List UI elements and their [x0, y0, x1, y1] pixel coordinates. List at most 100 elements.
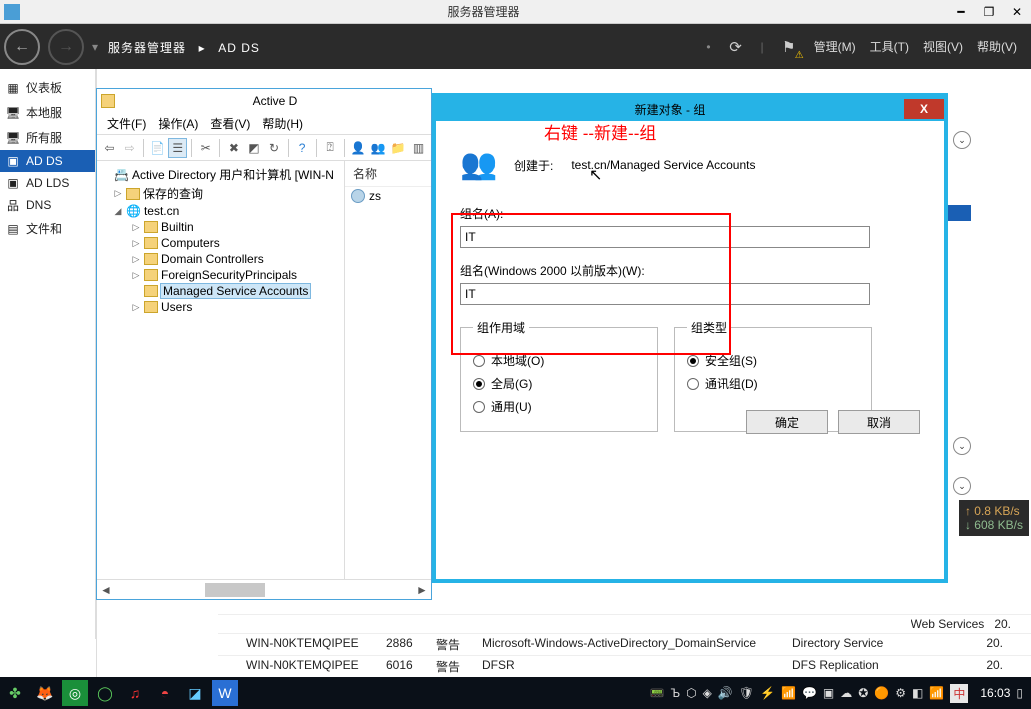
table-row[interactable]: Web Services20. — [218, 614, 1031, 633]
col-name[interactable]: 名称 — [345, 161, 431, 187]
tasks-dropdown-icon[interactable]: ⌄ — [953, 477, 971, 495]
tree-domain-controllers[interactable]: ▷Domain Controllers — [101, 251, 340, 267]
help-menu[interactable]: 帮助(V) — [977, 38, 1017, 55]
new-user-icon[interactable]: 👤 — [350, 139, 367, 157]
delete-icon[interactable]: ✖ — [225, 139, 242, 157]
groupname-input[interactable] — [460, 226, 870, 248]
scroll-left-icon[interactable]: ◄ — [97, 581, 115, 599]
minimize-button[interactable]: ━ — [947, 1, 975, 23]
tray-icon[interactable]: 💬 — [802, 686, 817, 700]
close-button[interactable]: ✕ — [1003, 1, 1031, 23]
tray-icon[interactable]: ◈ — [703, 686, 712, 700]
tree-fsp[interactable]: ▷ForeignSecurityPrincipals — [101, 267, 340, 283]
tray-icon[interactable]: 🔊 — [718, 686, 733, 700]
show-desktop[interactable]: ▯ — [1016, 686, 1023, 700]
nav-local-server[interactable]: 🖥本地服 — [0, 100, 95, 125]
notifications-flag-icon[interactable]: ⚑ — [778, 36, 800, 58]
tray-icon[interactable]: ✪ — [858, 686, 868, 700]
scroll-thumb[interactable] — [205, 583, 265, 597]
new-group-icon[interactable]: 👥 — [370, 139, 387, 157]
tray-icon[interactable]: ⚙ — [895, 686, 906, 700]
back-button[interactable]: ← — [4, 29, 40, 65]
tools-menu[interactable]: 工具(T) — [870, 38, 909, 55]
tree-domain[interactable]: ◢🌐test.cn — [101, 203, 340, 219]
tasks-dropdown-icon[interactable]: ⌄ — [953, 437, 971, 455]
menu-action[interactable]: 操作(A) — [154, 113, 202, 134]
groupname2000-input[interactable] — [460, 283, 870, 305]
type-security-radio[interactable]: 安全组(S) — [687, 352, 859, 369]
nav-ad-ds[interactable]: ▣AD DS — [0, 150, 95, 172]
dropdown-arrow-icon[interactable]: ▾ — [92, 40, 98, 54]
scope-universal-radio[interactable]: 通用(U) — [473, 398, 645, 415]
find-icon[interactable]: ⍰ — [322, 139, 339, 157]
ok-button[interactable]: 确定 — [746, 410, 828, 434]
taskbar-app[interactable]: ◎ — [62, 680, 88, 706]
tray-icon[interactable]: 🟠 — [874, 686, 889, 700]
clock[interactable]: 16:03 — [980, 686, 1010, 700]
aduc-tree[interactable]: 📇Active Directory 用户和计算机 [WIN-N ▷保存的查询 ◢… — [97, 161, 345, 579]
properties-icon[interactable]: ◩ — [245, 139, 262, 157]
taskbar-app[interactable]: 🦊 — [32, 680, 58, 706]
tree-managed-service-accounts[interactable]: Managed Service Accounts — [101, 283, 340, 299]
nav-dns[interactable]: 品DNS — [0, 194, 95, 216]
tray-icon[interactable]: 🛡 — [739, 686, 754, 700]
dialog-titlebar[interactable]: 新建对象 - 组 X — [436, 97, 944, 121]
refresh-icon[interactable]: ⟳ — [725, 36, 747, 58]
nav-all-servers[interactable]: 🖥所有服 — [0, 125, 95, 150]
forward-icon[interactable]: ⇨ — [121, 139, 138, 157]
tray-icon[interactable]: 📶 — [929, 686, 944, 700]
tray-icon[interactable]: ☁ — [840, 686, 852, 700]
taskbar-app[interactable]: ♫ — [122, 680, 148, 706]
tree-root[interactable]: 📇Active Directory 用户和计算机 [WIN-N — [101, 165, 340, 184]
new-ou-icon[interactable]: 📁 — [390, 139, 407, 157]
nav-dashboard[interactable]: ▦仪表板 — [0, 75, 95, 100]
tray-icon[interactable]: ⬡ — [686, 686, 696, 700]
dialog-close-button[interactable]: X — [904, 99, 944, 119]
refresh-icon[interactable]: ↻ — [266, 139, 283, 157]
table-row[interactable]: WIN-N0KTEMQIPEE 6016 警告 DFSR DFS Replica… — [218, 655, 1031, 677]
list-item[interactable]: zs — [345, 187, 431, 205]
tray-icon[interactable]: 📟 — [650, 686, 665, 700]
scroll-right-icon[interactable]: ► — [413, 581, 431, 599]
tray-icon[interactable]: 📶 — [781, 686, 796, 700]
forward-button[interactable]: → — [48, 29, 84, 65]
tree-users[interactable]: ▷Users — [101, 299, 340, 315]
nav-ad-lds[interactable]: ▣AD LDS — [0, 172, 95, 194]
table-row[interactable]: WIN-N0KTEMQIPEE 2886 警告 Microsoft-Window… — [218, 633, 1031, 655]
menu-view[interactable]: 查看(V) — [206, 113, 254, 134]
tray-icon[interactable]: ⚡ — [760, 686, 775, 700]
tree-computers[interactable]: ▷Computers — [101, 235, 340, 251]
list-icon[interactable]: ☰ — [169, 139, 186, 157]
aduc-list[interactable]: 名称 zs — [345, 161, 431, 579]
menu-help[interactable]: 帮助(H) — [258, 113, 307, 134]
view-menu[interactable]: 视图(V) — [923, 38, 963, 55]
taskbar-app[interactable]: ◪ — [182, 680, 208, 706]
menu-file[interactable]: 文件(F) — [103, 113, 150, 134]
filter-icon[interactable]: ▥ — [410, 139, 427, 157]
help-icon[interactable]: ? — [294, 139, 311, 157]
ime-indicator[interactable]: 中 — [950, 684, 968, 703]
horizontal-scrollbar[interactable]: ◄ ► — [97, 579, 431, 599]
tree-builtin[interactable]: ▷Builtin — [101, 219, 340, 235]
taskbar-app[interactable]: ◓ — [152, 680, 178, 706]
cancel-button[interactable]: 取消 — [838, 410, 920, 434]
tray-icon[interactable]: ◧ — [912, 686, 923, 700]
tray-icon[interactable]: ▣ — [823, 686, 834, 700]
cut-icon[interactable]: ✂ — [197, 139, 214, 157]
system-tray[interactable]: 📟 Ъ ⬡ ◈ 🔊 🛡 ⚡ 📶 💬 ▣ ☁ ✪ 🟠 ⚙ ◧ 📶 中 16:03 … — [650, 684, 1031, 703]
nav-file-storage[interactable]: ▤文件和 — [0, 216, 95, 241]
manage-menu[interactable]: 管理(M) — [814, 38, 856, 55]
type-distribution-radio[interactable]: 通讯组(D) — [687, 375, 859, 392]
maximize-button[interactable]: ❐ — [975, 1, 1003, 23]
taskbar-app[interactable]: ✤ — [2, 680, 28, 706]
up-icon[interactable]: 📄 — [149, 139, 166, 157]
scope-local-radio[interactable]: 本地域(O) — [473, 352, 645, 369]
taskbar[interactable]: ✤ 🦊 ◎ ◯ ♫ ◓ ◪ W 📟 Ъ ⬡ ◈ 🔊 🛡 ⚡ 📶 💬 ▣ ☁ ✪ … — [0, 677, 1031, 709]
tray-icon[interactable]: Ъ — [671, 686, 681, 700]
tree-saved-queries[interactable]: ▷保存的查询 — [101, 184, 340, 203]
back-icon[interactable]: ⇦ — [101, 139, 118, 157]
taskbar-app[interactable]: ◯ — [92, 680, 118, 706]
tasks-dropdown-icon[interactable]: ⌄ — [953, 131, 971, 149]
taskbar-app[interactable]: W — [212, 680, 238, 706]
scope-global-radio[interactable]: 全局(G) — [473, 375, 645, 392]
